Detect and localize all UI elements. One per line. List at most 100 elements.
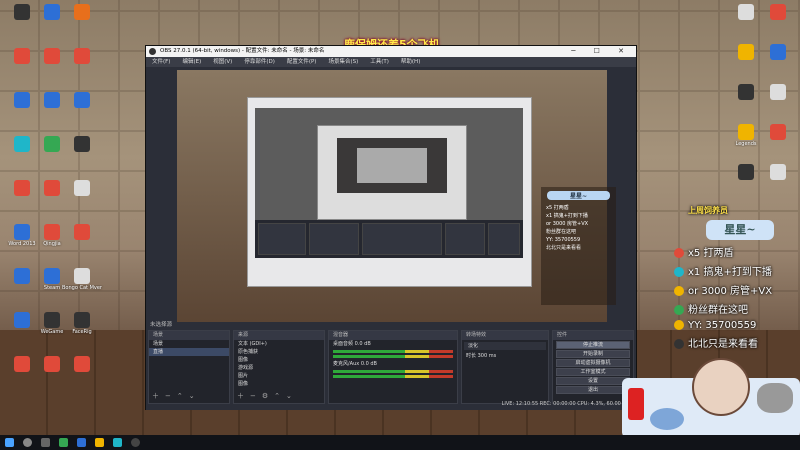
volume-meter xyxy=(333,375,453,378)
app-icon xyxy=(74,48,90,64)
transitions-dock: 转场特效 淡化 时长 300 ms xyxy=(461,330,549,404)
mini-scenes-panel xyxy=(258,223,306,255)
promo-lines: x5 打两盾 x1 搞鬼+打到下播 or 3000 房管+VX 粉丝群在这吧 YY: 3… xyxy=(668,244,800,350)
desktop-icon[interactable] xyxy=(60,136,104,170)
desktop-icon-label: Bongo Cat Mver xyxy=(62,285,102,291)
preview-promo-panel: 星星~ x5 打两盾 x1 搞鬼+打到下播 or 3000 房管+VX 粉丝群在… xyxy=(541,187,616,305)
app-icon xyxy=(74,136,90,152)
bullet-icon xyxy=(674,248,684,258)
app-icon xyxy=(44,180,60,196)
source-item[interactable]: 原色捕获 xyxy=(234,348,324,356)
source-item[interactable]: 文本 (GDI+) xyxy=(234,340,324,348)
menu-help[interactable]: 帮助(H) xyxy=(401,57,420,67)
obs-docks: 未选择源 场景 场景 直播 ＋−⌃⌄ 来源 文本 (GDI+) 原色捕获 图像 … xyxy=(146,322,636,410)
wechat-icon[interactable] xyxy=(59,438,68,447)
mini-mixer-panel xyxy=(362,223,442,255)
app-icon xyxy=(44,92,60,108)
desktop-icon[interactable] xyxy=(756,164,800,198)
scenes-header: 场景 xyxy=(149,331,229,340)
menu-scene-collection[interactable]: 场景集合(S) xyxy=(328,57,358,67)
bullet-icon xyxy=(674,305,684,315)
obs-preview[interactable]: 星星~ x5 打两盾 x1 搞鬼+打到下播 or 3000 房管+VX 粉丝群在… xyxy=(177,70,616,322)
desktop-icon[interactable] xyxy=(60,48,104,82)
scene-item[interactable]: 直播 xyxy=(149,348,229,356)
desktop-icon[interactable] xyxy=(756,84,800,118)
no-source-label: 未选择源 xyxy=(150,322,173,328)
menu-tools[interactable]: 工具(T) xyxy=(370,57,389,67)
obs-taskbar-icon[interactable] xyxy=(131,438,140,447)
sources-header: 来源 xyxy=(234,331,324,340)
stream-promo-overlay: 上周饲养员 星星~ x5 打两盾 x1 搞鬼+打到下播 or 3000 房管+VX 粉… xyxy=(668,205,800,380)
obs-window[interactable]: OBS 27.0.1 (64-bit, windows) - 配置文件: 未命名… xyxy=(145,45,637,410)
app-icon xyxy=(770,164,786,180)
settings-button[interactable]: 设置 xyxy=(556,377,630,385)
desktop-icon[interactable]: Bongo Cat Mver xyxy=(60,268,104,302)
preview-promo-line: or 3000 房管+VX xyxy=(546,221,589,227)
mini-transitions-panel xyxy=(445,223,485,255)
promo-line-text: 北北只是来看看 xyxy=(688,339,758,350)
menu-docks[interactable]: 停靠部件(D) xyxy=(244,57,275,67)
source-item[interactable]: 图片 xyxy=(234,372,324,380)
preview-promo-line: 粉丝群在这吧 xyxy=(546,229,577,235)
preview-promo-line: 北北只是来看看 xyxy=(546,245,582,251)
desktop-icon[interactable] xyxy=(756,124,800,158)
start-recording-button[interactable]: 开始录制 xyxy=(556,350,630,358)
desktop-icon[interactable] xyxy=(60,356,104,390)
menu-profile[interactable]: 配置文件(P) xyxy=(287,57,317,67)
task-view-icon[interactable] xyxy=(41,438,50,447)
mixer-track-level: 0.0 dB xyxy=(354,341,371,347)
explorer-icon[interactable] xyxy=(95,438,104,447)
app-icon xyxy=(74,356,90,372)
menu-view[interactable]: 视图(V) xyxy=(213,57,232,67)
transition-duration[interactable]: 时长 300 ms xyxy=(462,352,548,360)
menu-edit[interactable]: 编辑(E) xyxy=(182,57,201,67)
desktop-icon[interactable] xyxy=(756,4,800,38)
desktop-icon[interactable] xyxy=(60,92,104,126)
source-item[interactable]: 图像 xyxy=(234,356,324,364)
scene-item[interactable]: 场景 xyxy=(149,340,229,348)
start-button-icon[interactable] xyxy=(5,438,14,447)
promo-line: 北北只是来看看 xyxy=(668,335,800,350)
mixer-header: 混音器 xyxy=(329,331,457,340)
desktop-icon[interactable]: FaceRig xyxy=(60,312,104,346)
obs-titlebar[interactable]: OBS 27.0.1 (64-bit, windows) - 配置文件: 未命名… xyxy=(146,46,636,57)
desktop-icon[interactable] xyxy=(60,180,104,214)
mixer-track-level: 0.0 dB xyxy=(360,361,377,367)
volume-meter xyxy=(333,355,453,358)
studio-mode-button[interactable]: 工作室模式 xyxy=(556,368,630,376)
search-icon[interactable] xyxy=(23,438,32,447)
source-item[interactable]: 图像 xyxy=(234,380,324,388)
obs-title-text: OBS 27.0.1 (64-bit, windows) - 配置文件: 未命名… xyxy=(160,48,325,54)
desktop-icon[interactable] xyxy=(60,4,104,38)
promo-line-text: x5 打两盾 xyxy=(688,248,734,259)
bullet-icon xyxy=(674,339,684,349)
app-icon xyxy=(14,312,30,328)
desktop-icon[interactable] xyxy=(60,224,104,258)
obs-statusbar: LIVE: 12:10:55 REC: 00:00:00 CPU: 4.3%, … xyxy=(501,401,630,407)
duration-label: 时长 xyxy=(466,353,477,359)
virtual-camera-button[interactable]: 启动虚拟摄像机 xyxy=(556,359,630,367)
app-icon xyxy=(14,48,30,64)
app-icon xyxy=(738,44,754,60)
app-icon xyxy=(770,84,786,100)
scenes-dock: 场景 场景 直播 ＋−⌃⌄ xyxy=(148,330,230,404)
exit-button[interactable]: 退出 xyxy=(556,386,630,394)
app-icon[interactable] xyxy=(113,438,122,447)
desktop-icon[interactable] xyxy=(756,44,800,78)
stop-streaming-button[interactable]: 停止推流 xyxy=(556,341,630,349)
window-controls[interactable]: ─ ☐ ✕ xyxy=(571,46,632,57)
menu-file[interactable]: 文件(F) xyxy=(152,57,170,67)
source-item[interactable]: 游戏源 xyxy=(234,364,324,372)
preview-promo-line: x5 打两盾 xyxy=(546,205,569,211)
preview-promo-name: 星星~ xyxy=(547,191,610,200)
duration-value: 300 ms xyxy=(477,353,497,359)
promo-line: x1 搞鬼+打到下播 xyxy=(668,263,800,278)
app-icon xyxy=(738,84,754,100)
obs-menubar: 文件(F) 编辑(E) 视图(V) 停靠部件(D) 配置文件(P) 场景集合(S… xyxy=(146,57,636,67)
desktop: Word 2013 Qingjia Steam Bongo Cat Mver WeGam… xyxy=(0,0,800,450)
preview-nested-window-3 xyxy=(357,148,427,183)
edge-icon[interactable] xyxy=(77,438,86,447)
mixer-track: 麦克风/Aux 0.0 dB xyxy=(329,360,457,368)
bullet-icon xyxy=(674,267,684,277)
transition-select[interactable]: 淡化 xyxy=(464,342,546,350)
